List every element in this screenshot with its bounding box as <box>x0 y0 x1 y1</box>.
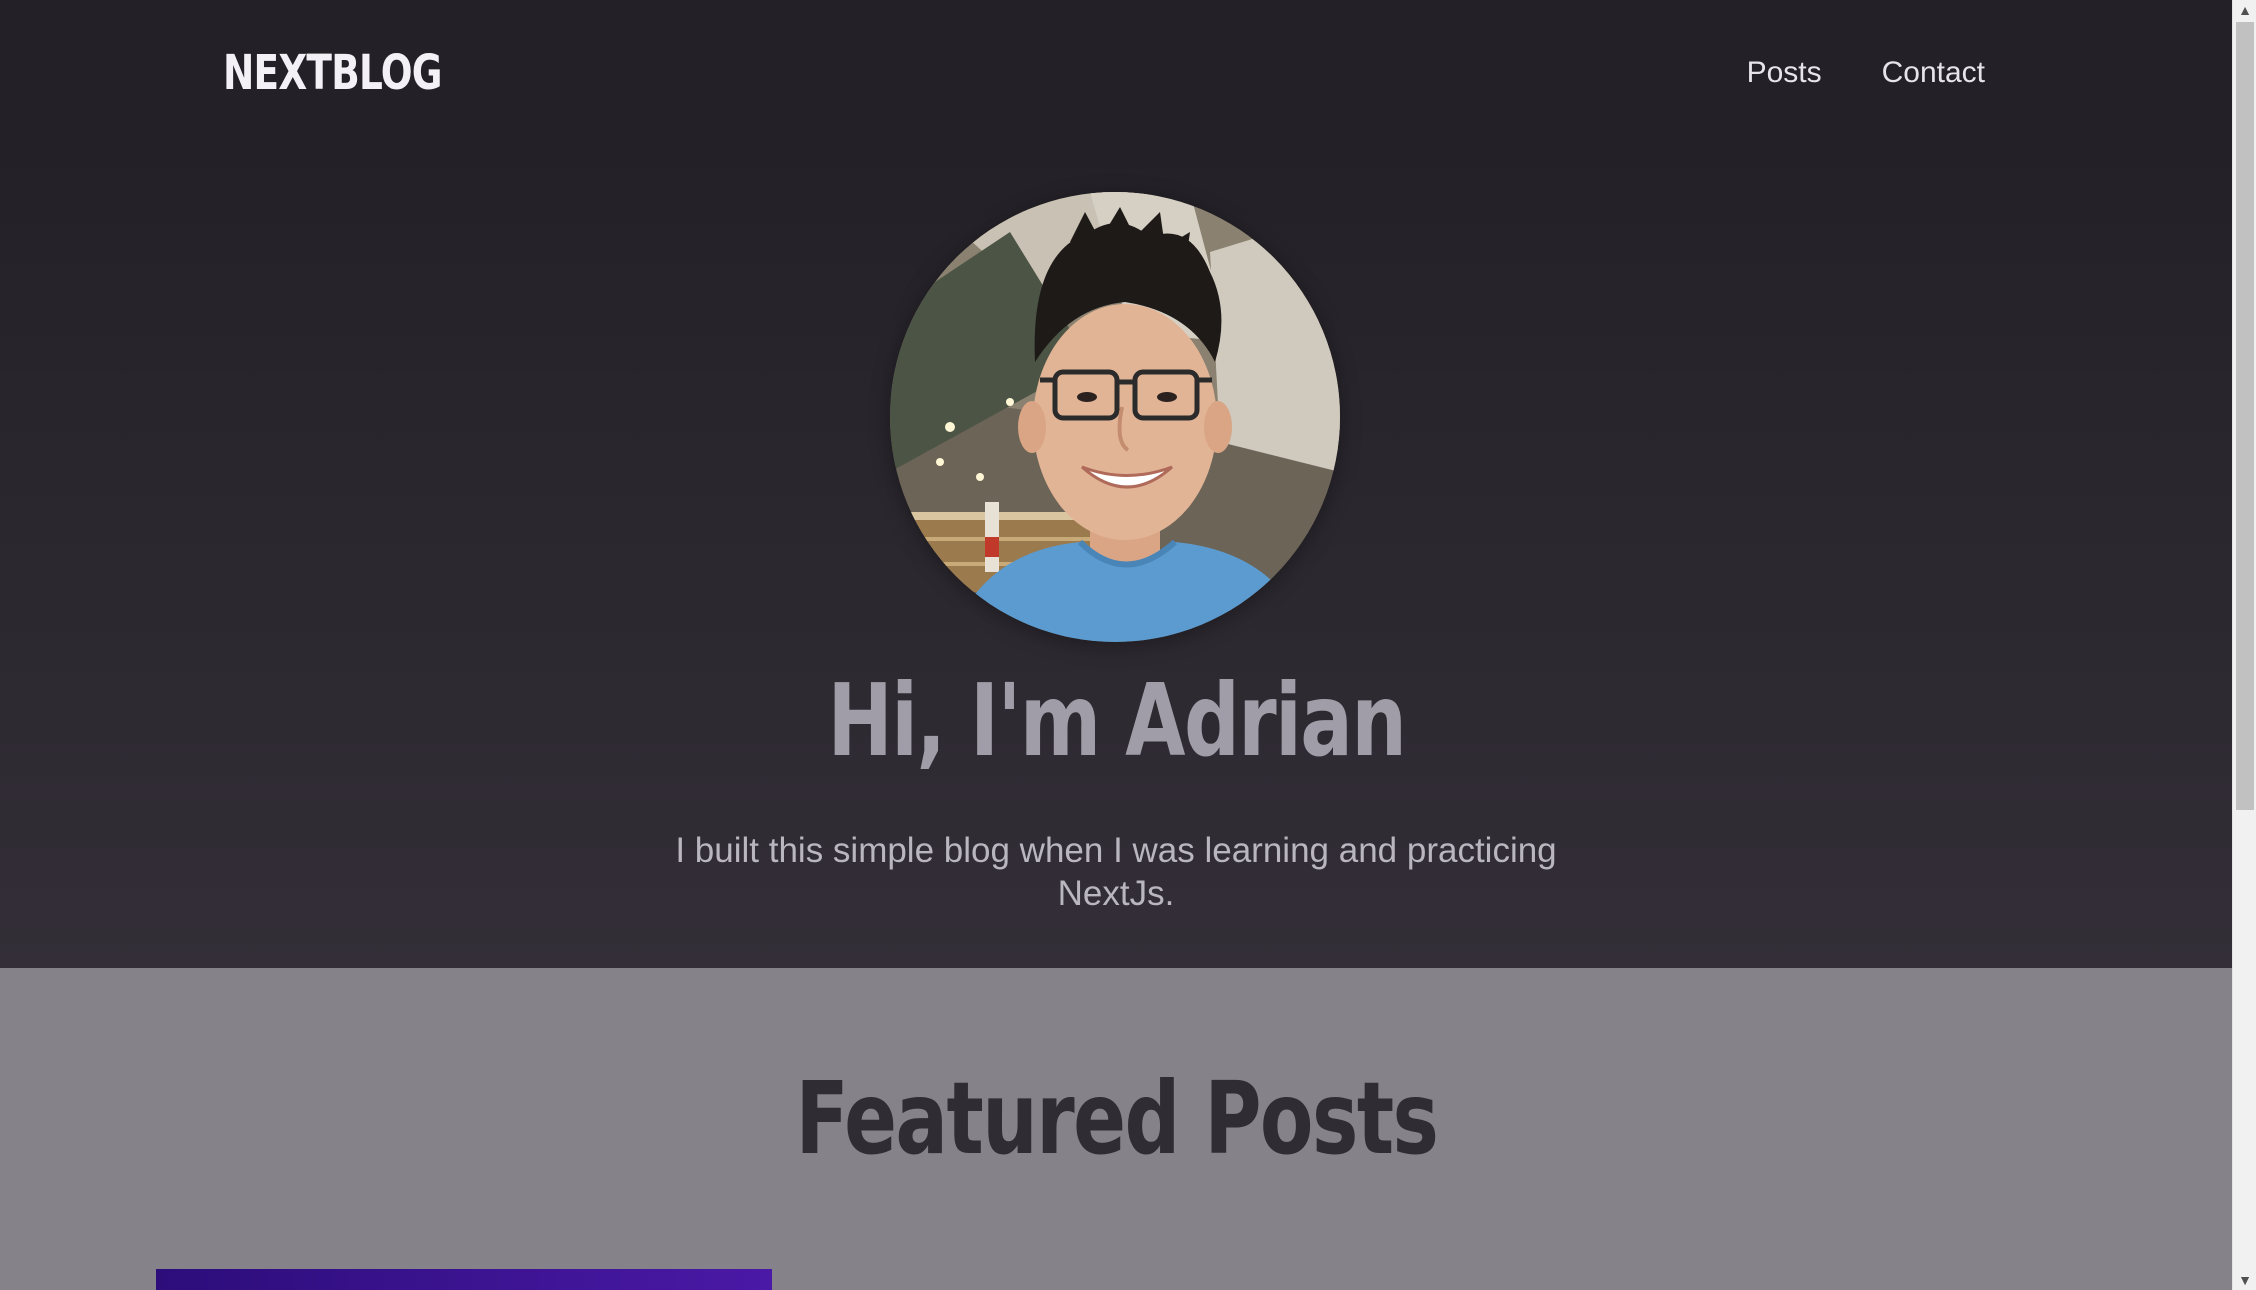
triangle-up-icon[interactable]: ▲ <box>2233 0 2256 20</box>
site-header: NEXTBLOG Posts Contact <box>0 0 2232 146</box>
nav-link-posts[interactable]: Posts <box>1747 56 1822 90</box>
featured-posts-title-text: Featured Posts <box>795 1060 1438 1177</box>
hero-title: Hi, I'm Adrian <box>0 666 2232 776</box>
site-logo[interactable]: NEXTBLOG <box>223 45 442 101</box>
featured-post-card[interactable] <box>156 1269 772 1290</box>
scrollbar-thumb[interactable] <box>2236 22 2254 810</box>
triangle-down-icon[interactable]: ▼ <box>2233 1270 2256 1290</box>
main-nav: Posts Contact <box>1747 56 1985 90</box>
avatar <box>890 192 1340 642</box>
hero-section: Hi, I'm Adrian I built this simple blog … <box>0 146 2232 968</box>
hero-subtitle: I built this simple blog when I was lear… <box>675 831 1557 913</box>
featured-posts-section: Featured Posts <box>0 968 2232 1290</box>
avatar-photo <box>890 192 1340 642</box>
featured-posts-title: Featured Posts <box>0 1064 2232 1174</box>
page-scrollbar[interactable]: ▲ ▼ <box>2232 0 2256 1290</box>
nav-link-contact[interactable]: Contact <box>1882 56 1985 90</box>
hero-title-text: Hi, I'm Adrian <box>827 662 1406 779</box>
